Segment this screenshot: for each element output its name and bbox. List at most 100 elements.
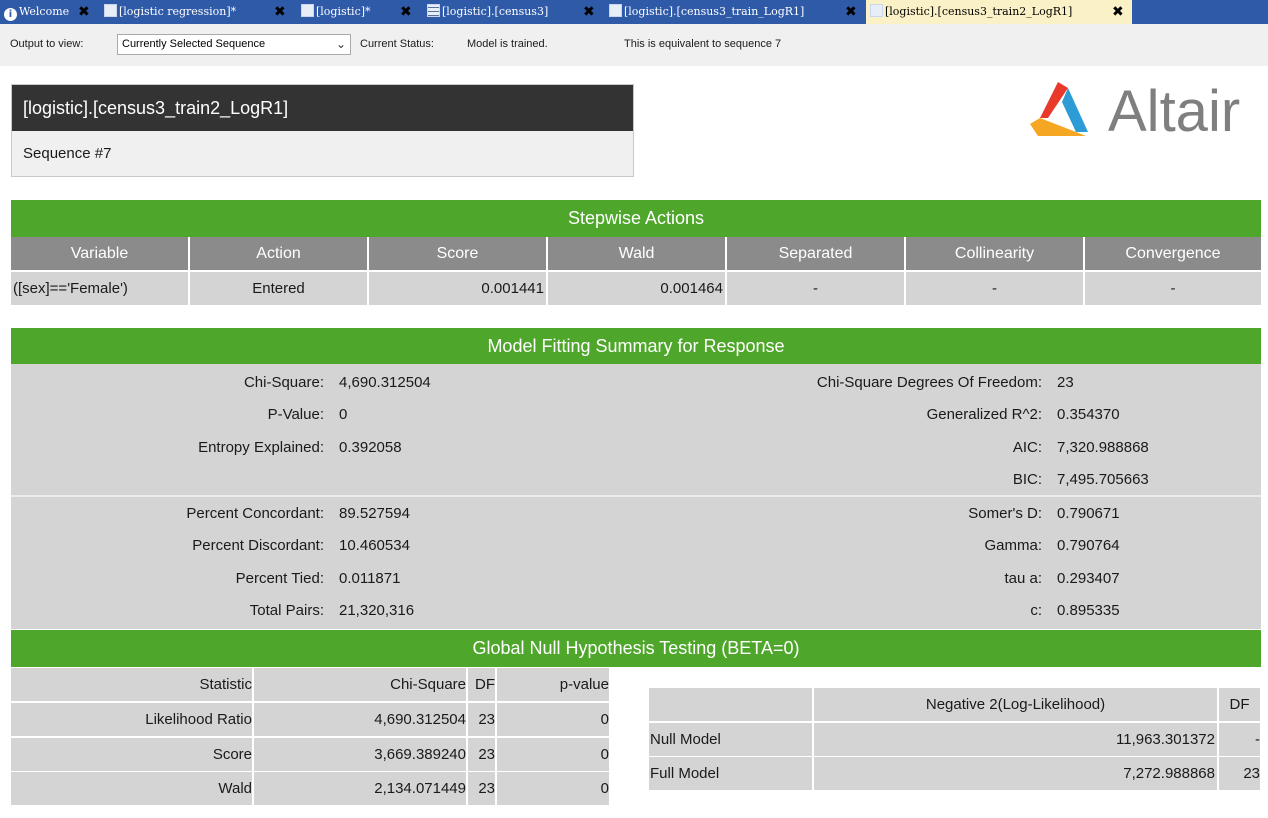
stat-value: 10.460534 bbox=[339, 537, 410, 554]
table-row: ([sex]=='Female') Entered 0.001441 0.001… bbox=[11, 272, 1261, 305]
equivalent-text: This is equivalent to sequence 7 bbox=[624, 38, 782, 50]
column-header: Action bbox=[190, 237, 367, 270]
column-header: DF bbox=[1219, 688, 1260, 721]
model-fitting-title: Model Fitting Summary for Response bbox=[11, 328, 1261, 365]
tab-label: [logistic]* bbox=[316, 5, 371, 18]
table-cell: Entered bbox=[190, 272, 367, 305]
diagram-icon bbox=[104, 4, 117, 17]
column-header: Collinearity bbox=[906, 237, 1083, 270]
stat-label: Entropy Explained: bbox=[198, 439, 324, 456]
model-icon bbox=[870, 4, 883, 17]
table-cell: Null Model bbox=[649, 723, 812, 756]
table-cell: ([sex]=='Female') bbox=[11, 272, 188, 305]
close-icon[interactable]: ✖ bbox=[1112, 0, 1124, 24]
column-header: Statistic bbox=[11, 668, 252, 701]
table-cell: 3,669.389240 bbox=[254, 738, 466, 771]
column-header: Chi-Square bbox=[254, 668, 466, 701]
tab-label: [logistic].[census3] bbox=[442, 5, 549, 18]
table-cell: 23 bbox=[468, 738, 495, 771]
table-cell: - bbox=[1219, 723, 1260, 756]
close-icon[interactable]: ✖ bbox=[583, 0, 595, 24]
column-header: Convergence bbox=[1085, 237, 1261, 270]
tab-census3[interactable]: [logistic].[census3] ✖ bbox=[427, 0, 595, 24]
table-cell: 0.001464 bbox=[548, 272, 725, 305]
table-cell: - bbox=[1085, 272, 1261, 305]
table-cell: 23 bbox=[468, 772, 495, 805]
status-value: Model is trained. bbox=[467, 38, 548, 50]
tab-logistic-regression[interactable]: [logistic regression]* ✖ bbox=[104, 0, 286, 24]
table-row: Null Model 11,963.301372 - bbox=[649, 723, 1260, 756]
stat-value: 0.011871 bbox=[339, 570, 401, 587]
stat-label: c: bbox=[1030, 602, 1042, 619]
tab-welcome[interactable]: i Welcome ✖ bbox=[4, 0, 90, 24]
sequence-label: Sequence #7 bbox=[23, 145, 112, 162]
stat-label: Chi-Square: bbox=[243, 374, 324, 391]
table-cell: Wald bbox=[11, 772, 252, 805]
table-row: Score 3,669.389240 23 0 bbox=[11, 738, 609, 771]
toolbar: Output to view: Currently Selected Seque… bbox=[0, 24, 1268, 66]
divider bbox=[11, 495, 1261, 497]
table-row: Likelihood Ratio 4,690.312504 23 0 bbox=[11, 703, 609, 736]
table-cell: 11,963.301372 bbox=[814, 723, 1217, 756]
table-cell: 0.001441 bbox=[369, 272, 546, 305]
tab-label: [logistic regression]* bbox=[119, 5, 237, 18]
stat-label: P-Value: bbox=[267, 406, 324, 423]
table-cell: 0 bbox=[497, 703, 609, 736]
stat-label: Percent Discordant: bbox=[192, 537, 324, 554]
stat-label: Total Pairs: bbox=[249, 602, 324, 619]
stat-value: 0.293407 bbox=[1057, 570, 1120, 587]
output-label: Output to view: bbox=[10, 38, 84, 50]
stat-label: Somer's D: bbox=[968, 505, 1042, 522]
stat-label: Generalized R^2: bbox=[926, 406, 1042, 423]
close-icon[interactable]: ✖ bbox=[845, 0, 857, 24]
close-icon[interactable]: ✖ bbox=[400, 0, 412, 24]
stat-label: AIC: bbox=[1012, 439, 1042, 456]
stat-value: 7,320.988868 bbox=[1057, 439, 1149, 456]
stat-value: 0 bbox=[339, 406, 348, 423]
stat-label: Gamma: bbox=[984, 537, 1042, 554]
model-header: [logistic].[census3_train2_LogR1] Sequen… bbox=[11, 84, 634, 177]
column-header: Wald bbox=[548, 237, 725, 270]
stat-value: 0.790671 bbox=[1057, 505, 1120, 522]
stat-value: 0.895335 bbox=[1057, 602, 1120, 619]
stat-value: 0.354370 bbox=[1057, 406, 1120, 423]
stat-value: 7,495.705663 bbox=[1057, 471, 1149, 488]
table-cell: 23 bbox=[468, 703, 495, 736]
stat-value: 89.527594 bbox=[339, 505, 410, 522]
tab-strip: i Welcome ✖ [logistic regression]* ✖ [log… bbox=[0, 0, 1268, 24]
column-header bbox=[649, 688, 812, 721]
stepwise-header-row: Variable Action Score Wald Separated Col… bbox=[11, 237, 1261, 270]
tab-label: [logistic].[census3_train2_LogR1] bbox=[885, 5, 1073, 18]
global-null-header-row: Statistic Chi-Square DF p-value bbox=[11, 668, 609, 701]
table-row: Full Model 7,272.988868 23 bbox=[649, 757, 1260, 790]
stat-value: 21,320,316 bbox=[339, 602, 415, 619]
column-header: DF bbox=[468, 668, 495, 701]
stat-value: 4,690.312504 bbox=[339, 374, 431, 391]
stat-value: 23 bbox=[1057, 374, 1074, 391]
log-likelihood-header-row: Negative 2(Log-Likelihood) DF bbox=[649, 688, 1260, 721]
table-cell: 0 bbox=[497, 738, 609, 771]
stepwise-title: Stepwise Actions bbox=[11, 200, 1261, 237]
chevron-down-icon: ⌄ bbox=[335, 37, 346, 51]
altair-logo: Altair bbox=[1028, 80, 1258, 144]
output-select-value: Currently Selected Sequence bbox=[122, 38, 266, 50]
stat-value: 0.392058 bbox=[339, 439, 402, 456]
table-cell: 4,690.312504 bbox=[254, 703, 466, 736]
model-title: [logistic].[census3_train2_LogR1] bbox=[12, 85, 633, 131]
table-cell: 0 bbox=[497, 772, 609, 805]
tab-label: Welcome bbox=[19, 5, 70, 18]
close-icon[interactable]: ✖ bbox=[274, 0, 286, 24]
model-icon bbox=[609, 4, 622, 17]
close-icon[interactable]: ✖ bbox=[78, 0, 90, 24]
stat-value: 0.790764 bbox=[1057, 537, 1120, 554]
table-cell: - bbox=[906, 272, 1083, 305]
stat-label: Chi-Square Degrees Of Freedom: bbox=[816, 374, 1042, 391]
output-select[interactable]: Currently Selected Sequence ⌄ bbox=[117, 34, 351, 55]
table-cell: Likelihood Ratio bbox=[11, 703, 252, 736]
tab-census3-train2-logr1[interactable]: [logistic].[census3_train2_LogR1] ✖ bbox=[866, 0, 1132, 24]
info-icon: i bbox=[4, 8, 17, 21]
stat-label: tau a: bbox=[1004, 570, 1042, 587]
tab-census3-train-logr1[interactable]: [logistic].[census3_train_LogR1] ✖ bbox=[609, 0, 857, 24]
status-label: Current Status: bbox=[360, 38, 434, 50]
tab-logistic[interactable]: [logistic]* ✖ bbox=[301, 0, 412, 24]
